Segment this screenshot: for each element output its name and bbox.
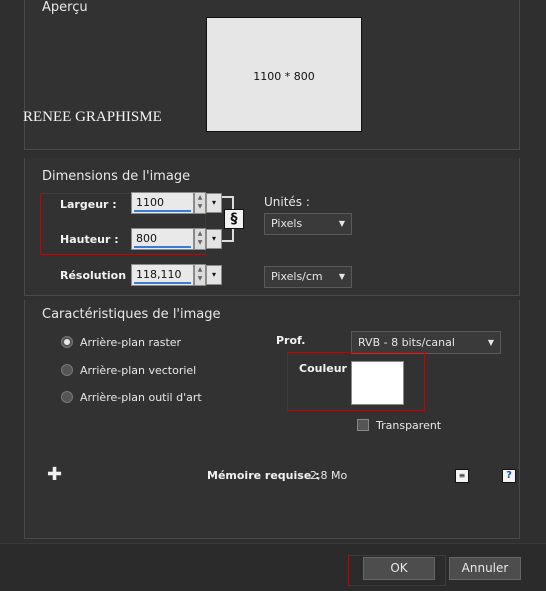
width-spinner[interactable]: ▲ ▼ — [194, 192, 206, 214]
height-input[interactable]: 800 — [131, 228, 194, 250]
width-input[interactable]: 1100 — [131, 192, 194, 214]
units-value: Pixels — [271, 217, 303, 230]
depth-select[interactable]: RVB - 8 bits/canal ▼ — [351, 331, 501, 354]
resolution-value: 118,110 — [136, 268, 182, 281]
width-dropdown[interactable]: ▾ — [206, 193, 222, 213]
characteristics-title: Caractéristiques de l'image — [42, 307, 221, 322]
height-spinner[interactable]: ▲ ▼ — [194, 228, 206, 250]
resolution-dropdown[interactable]: ▾ — [206, 265, 222, 285]
resolution-unit-value: Pixels/cm — [271, 270, 323, 283]
preview-canvas: 1100 * 800 — [206, 17, 362, 132]
height-label: Hauteur : — [60, 233, 119, 246]
chevron-down-icon: ▼ — [338, 219, 345, 228]
transparent-label[interactable]: Transparent — [376, 419, 441, 432]
cancel-button[interactable]: Annuler — [449, 557, 521, 580]
chevron-down-icon: ▼ — [338, 272, 345, 281]
preview-panel: Aperçu 1100 * 800 RENEE GRAPHISME — [23, 0, 520, 150]
memory-label: Mémoire requise : — [207, 469, 320, 482]
raster-label[interactable]: Arrière-plan raster — [80, 336, 181, 349]
help-icon[interactable]: ? — [502, 469, 516, 483]
raster-radio[interactable] — [61, 336, 73, 348]
artmedia-radio[interactable] — [61, 391, 73, 403]
artmedia-label[interactable]: Arrière-plan outil d'art — [80, 391, 202, 404]
resolution-input[interactable]: 118,110 — [131, 264, 194, 286]
color-swatch[interactable] — [351, 361, 404, 405]
memory-value: 2,8 Mo — [310, 469, 348, 482]
depth-label: Prof. — [276, 334, 306, 347]
add-preset-icon[interactable]: ✚ — [47, 466, 62, 484]
notes-icon[interactable]: ≡ — [455, 469, 469, 483]
transparent-checkbox[interactable] — [357, 419, 369, 431]
vector-label[interactable]: Arrière-plan vectoriel — [80, 364, 196, 377]
units-select[interactable]: Pixels ▼ — [264, 213, 352, 235]
resolution-spinner[interactable]: ▲ ▼ — [194, 264, 206, 286]
width-value: 1100 — [136, 196, 164, 209]
resolution-label: Résolution : — [60, 269, 135, 282]
width-label: Largeur : — [60, 198, 117, 211]
color-label: Couleur : — [299, 362, 356, 375]
watermark-text: RENEE GRAPHISME — [23, 109, 162, 125]
units-label: Unités : — [264, 195, 310, 209]
ok-button[interactable]: OK — [363, 557, 435, 580]
chevron-down-icon: ▼ — [487, 338, 494, 347]
depth-value: RVB - 8 bits/canal — [358, 336, 455, 349]
height-dropdown[interactable]: ▾ — [206, 229, 222, 249]
preview-title: Aperçu — [42, 0, 88, 15]
height-underline — [134, 246, 191, 248]
resolution-underline — [134, 282, 191, 284]
link-ratio-icon[interactable]: § — [224, 209, 244, 229]
preview-canvas-size: 1100 * 800 — [253, 70, 315, 83]
height-value: 800 — [136, 232, 157, 245]
resolution-unit-select[interactable]: Pixels/cm ▼ — [264, 266, 352, 288]
width-underline — [134, 210, 191, 212]
dimensions-title: Dimensions de l'image — [42, 169, 191, 184]
vector-radio[interactable] — [61, 364, 73, 376]
